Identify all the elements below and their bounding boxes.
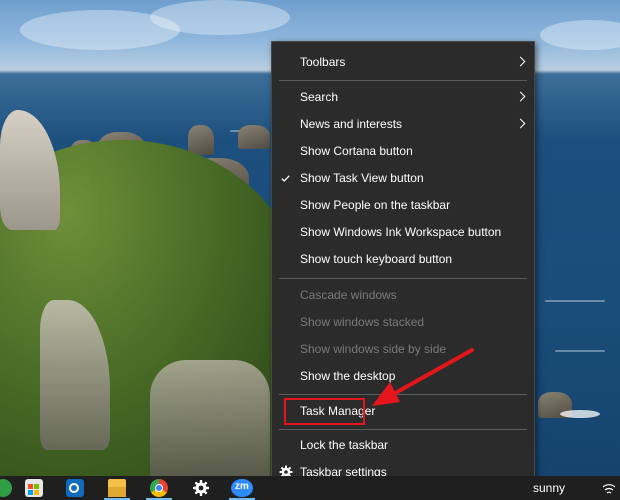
menu-item-label: Show Task View button [300,171,424,185]
task-manager-highlight-box [284,398,365,425]
zoom-icon[interactable]: zm [231,479,253,497]
menu-item-news-and-interests[interactable]: News and interests [272,111,534,138]
menu-item-label: Show windows stacked [300,315,425,329]
menu-separator [279,278,527,279]
menu-item-show-task-view-button[interactable]: Show Task View button [272,165,534,192]
sea-glint [555,350,605,352]
cloud [150,0,290,35]
wifi-icon[interactable] [601,480,617,496]
menu-item-show-windows-stacked: Show windows stacked [272,309,534,336]
app-green-icon[interactable] [0,479,12,497]
zoom-icon-label: zm [235,481,249,492]
menu-item-label: Show People on the taskbar [300,198,451,212]
menu-item-show-windows-ink-workspace-button[interactable]: Show Windows Ink Workspace button [272,219,534,246]
checkmark-icon [281,175,290,182]
menu-item-label: Toolbars [300,55,346,69]
chrome-icon[interactable] [150,479,168,497]
menu-separator [279,429,527,430]
menu-item-lock-the-taskbar[interactable]: Lock the taskbar [272,432,534,459]
menu-item-show-people-on-the-taskbar[interactable]: Show People on the taskbar [272,192,534,219]
menu-item-label: Cascade windows [300,288,397,302]
menu-item-label: Show touch keyboard button [300,252,453,266]
cloud [540,20,620,50]
annotation-arrow-icon [372,348,474,406]
file-explorer-icon[interactable] [108,479,126,497]
menu-item-cascade-windows: Cascade windows [272,282,534,309]
weather-tray-text[interactable]: sunny [533,481,565,495]
menu-item-label: News and interests [300,117,403,131]
settings-gear-icon[interactable] [192,479,210,497]
menu-item-label: Lock the taskbar [300,438,389,452]
menu-item-search[interactable]: Search [272,84,534,111]
cliff-face [150,360,270,476]
chevron-right-icon [515,118,526,129]
menu-item-label: Search [300,90,339,104]
cliff-face [0,110,60,230]
menu-item-label: Show Windows Ink Workspace button [300,225,502,239]
menu-separator [279,80,527,81]
outlook-icon[interactable] [66,479,84,497]
sea-stack-rock [188,125,214,155]
chevron-right-icon [515,91,526,102]
sea-stack-rock [238,125,270,149]
taskbar: zm sunny [0,476,620,500]
menu-item-show-touch-keyboard-button[interactable]: Show touch keyboard button [272,246,534,273]
chevron-right-icon [515,56,526,67]
sea-foam [560,410,600,418]
microsoft-store-icon[interactable] [25,479,43,497]
sea-glint [545,300,605,302]
menu-item-toolbars[interactable]: Toolbars [272,49,534,76]
menu-item-show-cortana-button[interactable]: Show Cortana button [272,138,534,165]
menu-item-label: Show Cortana button [300,144,413,158]
